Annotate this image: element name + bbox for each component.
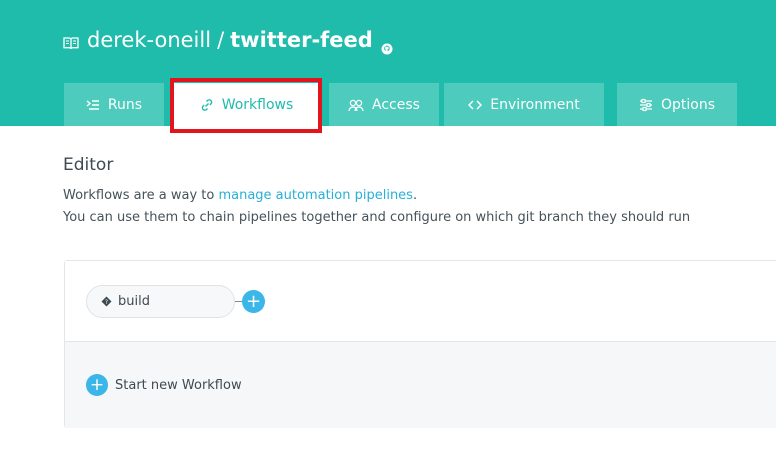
pipeline-label: build: [118, 294, 150, 309]
new-workflow-row: + Start new Workflow: [65, 342, 776, 428]
add-pipeline-button[interactable]: +: [242, 290, 265, 313]
description-line-2: You can use them to chain pipelines toge…: [63, 210, 691, 225]
tab-environment[interactable]: Environment: [444, 83, 604, 126]
code-icon: [468, 99, 483, 110]
description-suffix: .: [412, 188, 418, 203]
description-line-1: Workflows are a way to manage automation…: [63, 188, 417, 203]
github-icon[interactable]: [381, 36, 393, 55]
workflow-editor-panel: ? build + + Start new Workflow: [64, 260, 776, 428]
pipeline-icon: ?: [101, 296, 112, 307]
tab-runs[interactable]: Runs: [64, 83, 164, 126]
runs-icon: [86, 99, 99, 110]
repo-name[interactable]: twitter-feed: [230, 28, 373, 52]
description-prefix: Workflows are a way to: [63, 188, 219, 203]
svg-text:?: ?: [105, 299, 108, 306]
access-icon: [348, 99, 364, 111]
tab-workflows-label: Workflows: [221, 96, 294, 113]
tab-options[interactable]: Options: [617, 83, 737, 126]
tab-workflows[interactable]: Workflows: [174, 83, 319, 126]
book-icon: [63, 32, 79, 50]
tab-access-label: Access: [372, 96, 420, 113]
start-new-workflow-button[interactable]: + Start new Workflow: [86, 374, 242, 396]
repo-title: derek-oneill / twitter-feed: [63, 24, 393, 56]
tab-runs-label: Runs: [107, 96, 143, 113]
tab-options-label: Options: [660, 96, 716, 113]
options-icon: [639, 98, 652, 111]
start-new-workflow-label: Start new Workflow: [115, 377, 242, 393]
tab-access[interactable]: Access: [329, 83, 439, 126]
repo-owner[interactable]: derek-oneill: [87, 28, 211, 52]
pipeline-node-build[interactable]: ? build: [86, 285, 235, 318]
workflow-row: ? build +: [65, 261, 776, 342]
manage-pipelines-link[interactable]: manage automation pipelines: [218, 188, 413, 203]
plus-icon: +: [86, 374, 108, 396]
page-title: Editor: [63, 155, 114, 175]
header-bar: derek-oneill / twitter-feed Runs Workflo…: [0, 0, 776, 126]
tab-environment-label: Environment: [490, 96, 580, 113]
workflows-icon: [201, 98, 212, 111]
repo-separator: /: [217, 28, 225, 52]
